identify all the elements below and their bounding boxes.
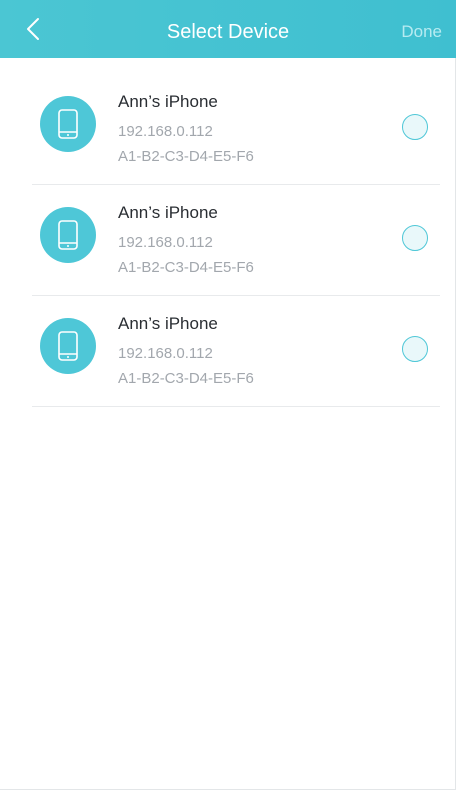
phone-icon bbox=[58, 109, 78, 139]
device-list: Ann’s iPhone 192.168.0.112 A1-B2-C3-D4-E… bbox=[0, 74, 456, 407]
device-mac: A1-B2-C3-D4-E5-F6 bbox=[118, 370, 254, 387]
device-ip: 192.168.0.112 bbox=[118, 234, 213, 251]
device-mac: A1-B2-C3-D4-E5-F6 bbox=[118, 148, 254, 165]
row-divider bbox=[32, 406, 440, 407]
device-name: Ann’s iPhone bbox=[118, 203, 218, 222]
device-mac: A1-B2-C3-D4-E5-F6 bbox=[118, 259, 254, 276]
device-avatar bbox=[40, 318, 96, 374]
select-radio[interactable] bbox=[402, 336, 428, 362]
device-name: Ann’s iPhone bbox=[118, 314, 218, 333]
select-radio[interactable] bbox=[402, 114, 428, 140]
done-button[interactable]: Done bbox=[401, 0, 442, 58]
nav-header: Select Device Done bbox=[0, 0, 456, 58]
device-row[interactable]: Ann’s iPhone 192.168.0.112 A1-B2-C3-D4-E… bbox=[0, 185, 456, 296]
device-name: Ann’s iPhone bbox=[118, 92, 218, 111]
chevron-left-icon bbox=[27, 18, 39, 40]
phone-icon bbox=[58, 220, 78, 250]
page-title: Select Device bbox=[166, 21, 290, 43]
device-avatar bbox=[40, 207, 96, 263]
device-avatar bbox=[40, 96, 96, 152]
device-row[interactable]: Ann’s iPhone 192.168.0.112 A1-B2-C3-D4-E… bbox=[0, 74, 456, 185]
device-ip: 192.168.0.112 bbox=[118, 123, 213, 140]
back-button[interactable] bbox=[18, 14, 48, 44]
phone-icon bbox=[58, 331, 78, 361]
device-row[interactable]: Ann’s iPhone 192.168.0.112 A1-B2-C3-D4-E… bbox=[0, 296, 456, 407]
select-radio[interactable] bbox=[402, 225, 428, 251]
device-ip: 192.168.0.112 bbox=[118, 345, 213, 362]
